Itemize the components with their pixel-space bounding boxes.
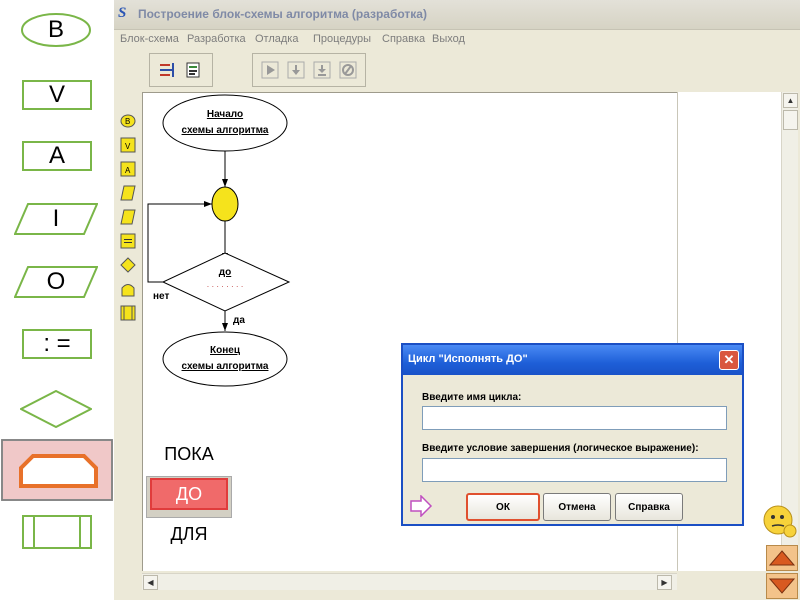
- loop-dialog: Цикл "Исполнять ДО" ✕ Введите имя цикла:…: [401, 343, 744, 526]
- palette-assign-block[interactable]: : =: [22, 329, 92, 359]
- stop-icon[interactable]: [337, 58, 359, 82]
- save-icon[interactable]: [182, 58, 204, 82]
- end-label-1: Конец: [210, 345, 241, 356]
- svg-text:A: A: [125, 166, 131, 175]
- menu-development[interactable]: Разработка: [187, 33, 246, 45]
- menu-debug[interactable]: Отладка: [255, 33, 298, 45]
- condition-label: до: [219, 267, 231, 278]
- new-block-icon[interactable]: [156, 58, 178, 82]
- triangle-up-icon: [768, 550, 796, 566]
- tool-var-icon[interactable]: V: [119, 136, 137, 154]
- dialog-title-bar: Цикл "Исполнять ДО" ✕: [403, 345, 742, 375]
- nav-up-button[interactable]: [766, 545, 798, 571]
- palette-var-block[interactable]: V: [22, 80, 92, 110]
- palette-output-block[interactable]: O: [14, 266, 98, 298]
- end-terminal: [162, 331, 288, 387]
- palette-loop-block[interactable]: [0, 438, 114, 502]
- scroll-thumb[interactable]: [783, 110, 798, 130]
- scroll-up-icon[interactable]: ▲: [783, 93, 798, 108]
- arrow-3: [204, 201, 212, 207]
- loop-name-input[interactable]: [422, 406, 727, 430]
- start-terminal: [162, 94, 288, 152]
- nav-down-button[interactable]: [766, 573, 798, 599]
- toolbar: [114, 50, 800, 92]
- toolbar-group-edit: [149, 53, 213, 87]
- condition-dots: · · · · · · · ·: [207, 282, 244, 291]
- menu-help[interactable]: Справка: [382, 33, 425, 45]
- arrow-4: [222, 323, 228, 331]
- pointer-arrow-icon: [409, 494, 433, 518]
- loop-type-while[interactable]: ПОКА: [154, 440, 224, 468]
- ok-button[interactable]: ОК: [466, 493, 540, 521]
- run-icon[interactable]: [259, 58, 281, 82]
- tool-assign-icon[interactable]: [119, 232, 137, 250]
- tool-array-icon[interactable]: A: [119, 160, 137, 178]
- palette-label-a: A: [48, 142, 65, 169]
- condition-input[interactable]: [422, 458, 727, 482]
- palette-label-b: B: [47, 16, 64, 43]
- tool-input-icon[interactable]: [119, 184, 137, 202]
- yes-label: да: [233, 315, 245, 326]
- condition-label-text: Введите условие завершения (логическое в…: [422, 443, 699, 454]
- help-button[interactable]: Справка: [615, 493, 683, 521]
- no-label: нет: [153, 291, 169, 302]
- menu-bar: Блок-схема Разработка Отладка Процедуры …: [114, 30, 800, 50]
- svg-text:B: B: [125, 117, 130, 126]
- tool-loop-icon[interactable]: [119, 280, 137, 298]
- loop-type-until[interactable]: ДО: [150, 478, 228, 510]
- palette-label-o: O: [46, 268, 66, 295]
- triangle-down-icon: [768, 578, 796, 594]
- loop-junction: [211, 186, 239, 222]
- scroll-left-icon[interactable]: ◀: [143, 575, 158, 590]
- step-into-icon[interactable]: [285, 58, 307, 82]
- palette-label-v: V: [48, 81, 65, 108]
- start-label-2: схемы алгоритма: [182, 125, 269, 136]
- svg-text:V: V: [125, 142, 131, 151]
- toolbar-group-run: [252, 53, 366, 87]
- tool-output-icon[interactable]: [119, 208, 137, 226]
- tool-condition-icon[interactable]: [119, 256, 137, 274]
- scroll-right-icon[interactable]: ▶: [657, 575, 672, 590]
- block-toolbar: B V A: [116, 94, 140, 339]
- palette-input-block[interactable]: B: [20, 12, 92, 48]
- horizontal-scrollbar[interactable]: ◀ ▶: [142, 573, 677, 590]
- palette-subroutine-block[interactable]: [22, 515, 92, 549]
- start-label-1: Начало: [207, 109, 243, 120]
- cancel-button[interactable]: Отмена: [543, 493, 611, 521]
- close-icon[interactable]: ✕: [719, 350, 739, 370]
- app-logo-icon: S: [118, 5, 127, 21]
- palette-label-i: I: [52, 205, 60, 232]
- palette-label-assign: : =: [43, 330, 71, 357]
- palette-array-block[interactable]: A: [22, 141, 92, 171]
- shape-palette: B V A I O : =: [0, 0, 114, 600]
- end-label-2: схемы алгоритма: [182, 361, 269, 372]
- dialog-title: Цикл "Исполнять ДО": [408, 353, 528, 365]
- title-bar: S Построение блок-схемы алгоритма (разра…: [114, 0, 800, 30]
- vertical-scrollbar[interactable]: ▲: [781, 92, 798, 571]
- loop-name-label: Введите имя цикла:: [422, 392, 522, 403]
- palette-condition-block[interactable]: [20, 390, 92, 428]
- tool-begin-icon[interactable]: B: [119, 112, 137, 130]
- arrow-1: [222, 179, 228, 187]
- thinking-smiley-icon: [762, 503, 798, 539]
- menu-exit[interactable]: Выход: [432, 33, 465, 45]
- menu-procedures[interactable]: Процедуры: [313, 33, 371, 45]
- window-title: Построение блок-схемы алгоритма (разрабо…: [138, 7, 427, 21]
- menu-flowchart[interactable]: Блок-схема: [120, 33, 179, 45]
- tool-subroutine-icon[interactable]: [119, 304, 137, 322]
- loop-type-for[interactable]: ДЛЯ: [154, 520, 224, 548]
- slide: B V A I O : = S Построение блок-схемы ал…: [0, 0, 800, 600]
- palette-input-io-block[interactable]: I: [14, 203, 98, 235]
- step-over-icon[interactable]: [311, 58, 333, 82]
